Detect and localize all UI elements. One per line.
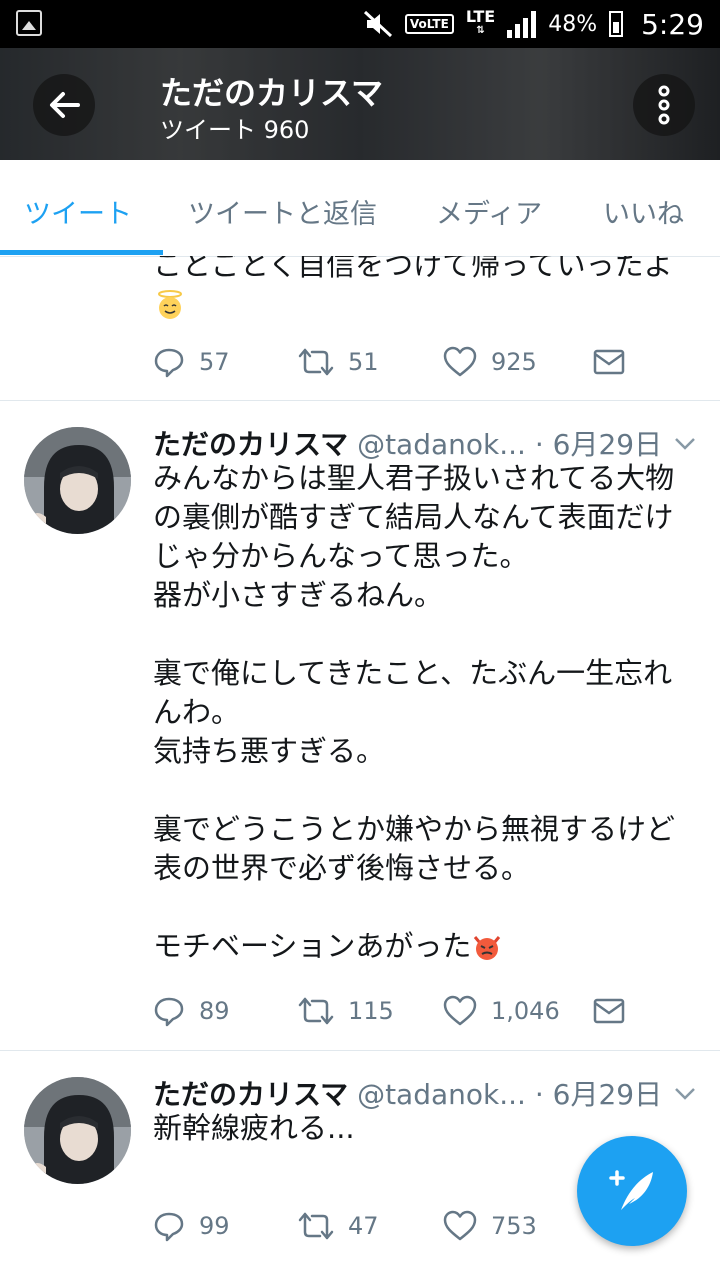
- angel-face-emoji: [158, 290, 182, 319]
- tab-media[interactable]: メディア: [436, 192, 542, 231]
- tweet-line: 器が小さすぎるねん。: [153, 578, 444, 612]
- tab-tweets-and-replies[interactable]: ツイートと返信: [188, 192, 377, 231]
- tweet-text-partial: ことごとく自信をつけて帰っていったよ: [153, 256, 673, 282]
- author-name[interactable]: ただのカリスマ: [153, 1078, 348, 1111]
- direct-message-button[interactable]: [593, 993, 625, 1029]
- tweet-line: 気持ち悪すぎる。: [153, 734, 386, 768]
- author-handle[interactable]: @tadanok...: [357, 1078, 526, 1111]
- tweet-feed[interactable]: ことごとく自信をつけて帰っていったよ 57 51 925 ただのカリスマ @ta…: [0, 256, 720, 1280]
- tweet-line: [153, 615, 693, 654]
- like-button[interactable]: 1,046: [443, 993, 560, 1029]
- tweet-header: ただのカリスマ @tadanok... · 6月29日: [153, 423, 662, 463]
- tweet-text: みんなからは聖人君子扱いされてる大物 の裏側が酷すぎて結局人なんて表面だけ じゃ…: [153, 459, 693, 966]
- retweet-count: 47: [348, 1212, 379, 1240]
- profile-name: ただのカリスマ: [160, 74, 384, 112]
- tweet-line: 表の世界で必ず後悔させる。: [153, 851, 531, 885]
- tweet-line: [153, 771, 693, 810]
- reply-icon: [154, 997, 184, 1027]
- battery-percent: 48%: [548, 11, 598, 37]
- tweet-actions: 89 115 1,046: [153, 993, 633, 1029]
- retweet-icon: [298, 1212, 334, 1240]
- reply-button[interactable]: 89: [153, 993, 230, 1029]
- status-bar: VoLTE LTE ⇅ 48% 5:29: [0, 0, 720, 48]
- tweet-line: [153, 888, 693, 927]
- tweet-line: じゃ分からんなって思った。: [153, 539, 529, 573]
- compose-tweet-button[interactable]: [577, 1136, 687, 1246]
- tweet-line: 裏でどうこうとか嫌やから無視するけど: [153, 812, 676, 846]
- reply-icon: [154, 1212, 184, 1242]
- tweet-line: 裏で俺にしてきたこと、たぶん一生忘れ: [153, 656, 673, 690]
- tab-tweets[interactable]: ツイート: [24, 192, 132, 231]
- lte-icon: LTE ⇅: [465, 7, 496, 37]
- retweet-icon: [298, 348, 334, 376]
- heart-icon: [443, 995, 477, 1026]
- retweet-count: 115: [348, 997, 394, 1025]
- like-count: 753: [491, 1212, 537, 1240]
- retweet-button[interactable]: 115: [298, 993, 394, 1029]
- tab-likes[interactable]: いいね: [603, 192, 684, 231]
- like-count: 1,046: [491, 997, 560, 1025]
- tweet-line: んわ。: [153, 695, 241, 729]
- divider: [0, 1050, 720, 1051]
- reply-count: 99: [199, 1212, 230, 1240]
- active-tab-indicator: [0, 250, 163, 255]
- like-count: 925: [491, 348, 537, 376]
- heart-icon: [443, 346, 477, 377]
- divider: [0, 400, 720, 401]
- back-arrow-icon: [50, 92, 80, 118]
- retweet-button[interactable]: 51: [298, 344, 379, 380]
- tweet-header: ただのカリスマ @tadanok... · 6月29日: [153, 1073, 662, 1113]
- reply-icon: [154, 348, 184, 378]
- compose-feather-icon: [609, 1170, 653, 1210]
- more-vertical-icon: [658, 85, 670, 125]
- profile-tabs: ツイート ツイートと返信 メディア いいね: [0, 160, 720, 257]
- reply-button[interactable]: 99: [153, 1208, 230, 1244]
- profile-header: ただのカリスマ ツイート 960: [0, 48, 720, 160]
- reply-count: 57: [199, 348, 230, 376]
- direct-message-button[interactable]: [593, 344, 625, 380]
- mute-icon: [363, 10, 392, 38]
- signal-icon: [507, 10, 537, 38]
- chevron-down-icon[interactable]: [674, 1087, 696, 1101]
- like-button[interactable]: 925: [443, 344, 537, 380]
- retweet-count: 51: [348, 348, 379, 376]
- angry-devil-emoji: [474, 936, 501, 960]
- heart-icon: [443, 1210, 477, 1241]
- tweet-line: モチベーションあがった: [153, 929, 472, 963]
- battery-icon: [609, 11, 624, 37]
- retweet-icon: [298, 997, 334, 1025]
- tweet-date: · 6月29日: [534, 1078, 663, 1111]
- avatar[interactable]: [24, 1077, 131, 1184]
- clock: 5:29: [641, 7, 704, 41]
- gallery-icon: [16, 10, 42, 36]
- retweet-button[interactable]: 47: [298, 1208, 379, 1244]
- like-button[interactable]: 753: [443, 1208, 537, 1244]
- reply-count: 89: [199, 997, 230, 1025]
- avatar[interactable]: [24, 427, 131, 534]
- author-name[interactable]: ただのカリスマ: [153, 428, 348, 461]
- back-button[interactable]: [33, 74, 95, 136]
- reply-button[interactable]: 57: [153, 344, 230, 380]
- tweet-line-last: モチベーションあがった: [153, 927, 693, 966]
- author-handle[interactable]: @tadanok...: [357, 428, 526, 461]
- envelope-icon: [593, 998, 625, 1024]
- chevron-down-icon[interactable]: [674, 437, 696, 451]
- more-options-button[interactable]: [633, 74, 695, 136]
- tweet-actions: 99 47 753: [153, 1208, 633, 1244]
- tweet-count: ツイート 960: [160, 116, 310, 144]
- envelope-icon: [593, 349, 625, 375]
- tweet-date: · 6月29日: [534, 428, 663, 461]
- tweet-line: みんなからは聖人君子扱いされてる大物: [153, 461, 675, 495]
- tweet-actions: 57 51 925: [153, 344, 633, 380]
- tweet-line: の裏側が酷すぎて結局人なんて表面だけ: [153, 500, 674, 534]
- volte-icon: VoLTE: [404, 14, 454, 34]
